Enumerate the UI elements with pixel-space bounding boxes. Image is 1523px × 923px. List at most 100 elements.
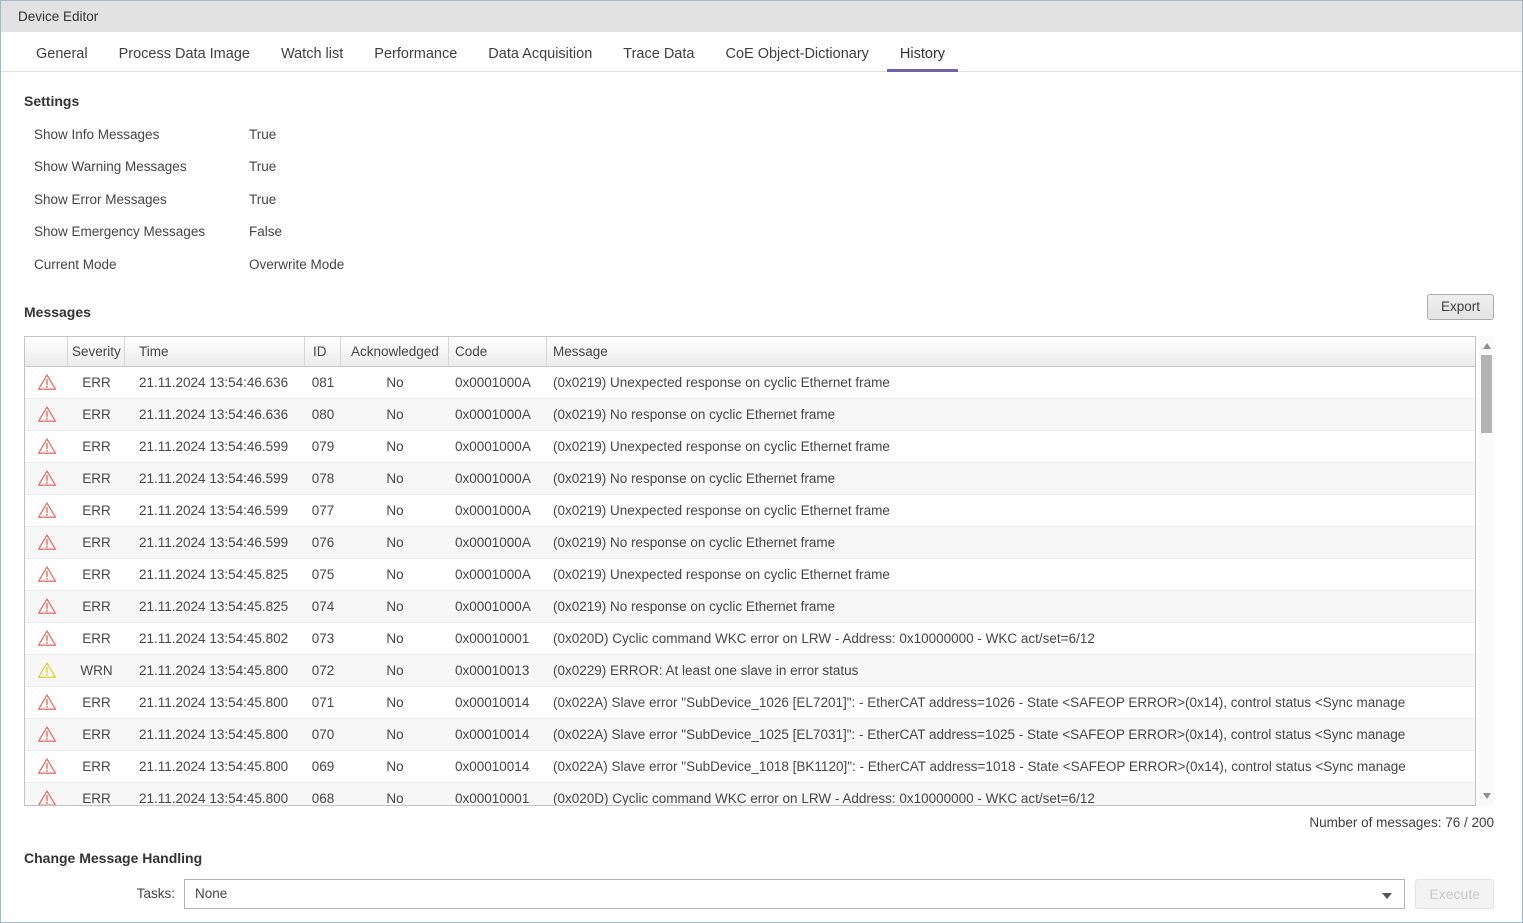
cell-code: 0x0001000A [449, 463, 547, 494]
table-header-row: Severity Time ID Acknowledged Code Messa… [25, 337, 1475, 367]
table-row[interactable]: ERR21.11.2024 13:54:45.825075No0x0001000… [25, 559, 1475, 591]
cell-code: 0x00010014 [449, 687, 547, 718]
error-icon [25, 559, 68, 590]
cell-id: 072 [305, 655, 341, 686]
tab-coe-object-dictionary[interactable]: CoE Object-Dictionary [725, 46, 868, 71]
table-row[interactable]: ERR21.11.2024 13:54:45.800068No0x0001000… [25, 783, 1475, 805]
column-header-icon[interactable] [25, 337, 68, 366]
cell-acknowledged: No [341, 463, 449, 494]
column-header-time[interactable]: Time [125, 337, 305, 366]
table-row[interactable]: ERR21.11.2024 13:54:46.599076No0x0001000… [25, 527, 1475, 559]
table-row[interactable]: ERR21.11.2024 13:54:46.599079No0x0001000… [25, 431, 1475, 463]
tasks-dropdown-value: None [195, 886, 227, 901]
cell-message: (0x020D) Cyclic command WKC error on LRW… [547, 623, 1475, 654]
cell-id: 069 [305, 751, 341, 782]
cell-id: 068 [305, 783, 341, 805]
setting-row: Show Warning MessagesTrue [24, 151, 1494, 184]
cell-time: 21.11.2024 13:54:46.599 [125, 463, 305, 494]
table-scrollbar[interactable] [1479, 336, 1494, 806]
setting-label: Show Emergency Messages [24, 224, 249, 239]
cell-acknowledged: No [341, 623, 449, 654]
table-row[interactable]: ERR21.11.2024 13:54:46.636081No0x0001000… [25, 367, 1475, 399]
tab-watch-list[interactable]: Watch list [281, 46, 343, 71]
cell-acknowledged: No [341, 783, 449, 805]
cell-code: 0x0001000A [449, 367, 547, 398]
error-icon [25, 367, 68, 398]
column-header-message[interactable]: Message [547, 337, 1475, 366]
tasks-label: Tasks: [24, 886, 184, 901]
setting-row: Show Error MessagesTrue [24, 183, 1494, 216]
messages-table: Severity Time ID Acknowledged Code Messa… [24, 336, 1476, 806]
cell-id: 075 [305, 559, 341, 590]
table-row[interactable]: ERR21.11.2024 13:54:45.800070No0x0001001… [25, 719, 1475, 751]
cell-time: 21.11.2024 13:54:45.825 [125, 591, 305, 622]
scrollbar-thumb[interactable] [1481, 355, 1492, 433]
tab-history[interactable]: History [900, 46, 945, 71]
cell-id: 078 [305, 463, 341, 494]
cell-message: (0x0219) Unexpected response on cyclic E… [547, 367, 1475, 398]
scrollbar-up-arrow-icon[interactable] [1479, 338, 1494, 354]
execute-button[interactable]: Execute [1415, 879, 1494, 909]
cell-time: 21.11.2024 13:54:46.599 [125, 431, 305, 462]
table-row[interactable]: ERR21.11.2024 13:54:45.800069No0x0001001… [25, 751, 1475, 783]
table-row[interactable]: WRN21.11.2024 13:54:45.800072No0x0001001… [25, 655, 1475, 687]
cell-acknowledged: No [341, 367, 449, 398]
messages-table-wrap: Severity Time ID Acknowledged Code Messa… [24, 336, 1494, 806]
cell-severity: ERR [68, 783, 125, 805]
window-titlebar: Device Editor [1, 1, 1522, 32]
table-row[interactable]: ERR21.11.2024 13:54:46.599078No0x0001000… [25, 463, 1475, 495]
tasks-row: Tasks: None Execute [24, 879, 1494, 909]
tab-data-acquisition[interactable]: Data Acquisition [488, 46, 592, 71]
cell-acknowledged: No [341, 719, 449, 750]
cell-acknowledged: No [341, 527, 449, 558]
cell-code: 0x0001000A [449, 591, 547, 622]
history-tab-content: Settings Show Info MessagesTrueShow Warn… [1, 93, 1522, 909]
setting-row: Current ModeOverwrite Mode [24, 248, 1494, 281]
error-icon [25, 591, 68, 622]
setting-row: Show Emergency MessagesFalse [24, 216, 1494, 249]
setting-value: True [249, 159, 276, 174]
setting-value: False [249, 224, 282, 239]
column-header-code[interactable]: Code [449, 337, 547, 366]
cell-code: 0x0001000A [449, 399, 547, 430]
column-header-id[interactable]: ID [305, 337, 341, 366]
cell-code: 0x00010014 [449, 751, 547, 782]
cell-id: 074 [305, 591, 341, 622]
cell-message: (0x0219) Unexpected response on cyclic E… [547, 495, 1475, 526]
table-row[interactable]: ERR21.11.2024 13:54:46.636080No0x0001000… [25, 399, 1475, 431]
cell-id: 076 [305, 527, 341, 558]
window-title: Device Editor [18, 9, 98, 24]
table-row[interactable]: ERR21.11.2024 13:54:45.800071No0x0001001… [25, 687, 1475, 719]
column-header-severity[interactable]: Severity [68, 337, 125, 366]
cell-message: (0x0219) No response on cyclic Ethernet … [547, 399, 1475, 430]
cell-code: 0x0001000A [449, 527, 547, 558]
tasks-dropdown[interactable]: None [184, 879, 1405, 909]
table-row[interactable]: ERR21.11.2024 13:54:45.825074No0x0001000… [25, 591, 1475, 623]
table-row[interactable]: ERR21.11.2024 13:54:46.599077No0x0001000… [25, 495, 1475, 527]
cell-message: (0x0219) Unexpected response on cyclic E… [547, 559, 1475, 590]
tab-general[interactable]: General [36, 46, 88, 71]
cell-code: 0x0001000A [449, 559, 547, 590]
cell-severity: ERR [68, 463, 125, 494]
cell-time: 21.11.2024 13:54:46.636 [125, 399, 305, 430]
setting-value: True [249, 127, 276, 142]
cell-time: 21.11.2024 13:54:45.800 [125, 687, 305, 718]
scrollbar-down-arrow-icon[interactable] [1479, 788, 1494, 804]
tab-trace-data[interactable]: Trace Data [623, 46, 694, 71]
cell-code: 0x00010013 [449, 655, 547, 686]
cell-acknowledged: No [341, 559, 449, 590]
cell-message: (0x022A) Slave error "SubDevice_1025 [EL… [547, 719, 1475, 750]
column-header-acknowledged[interactable]: Acknowledged [341, 337, 449, 366]
settings-section-title: Settings [24, 93, 1494, 109]
cell-code: 0x00010014 [449, 719, 547, 750]
table-row[interactable]: ERR21.11.2024 13:54:45.802073No0x0001000… [25, 623, 1475, 655]
cell-acknowledged: No [341, 751, 449, 782]
tab-bar: General Process Data Image Watch list Perfo… [1, 32, 1522, 72]
setting-label: Show Info Messages [24, 127, 249, 142]
cell-message: (0x0219) Unexpected response on cyclic E… [547, 431, 1475, 462]
tab-performance[interactable]: Performance [374, 46, 457, 71]
cell-message: (0x0229) ERROR: At least one slave in er… [547, 655, 1475, 686]
export-button[interactable]: Export [1427, 294, 1494, 320]
cell-message: (0x0219) No response on cyclic Ethernet … [547, 463, 1475, 494]
tab-process-data-image[interactable]: Process Data Image [119, 46, 250, 71]
